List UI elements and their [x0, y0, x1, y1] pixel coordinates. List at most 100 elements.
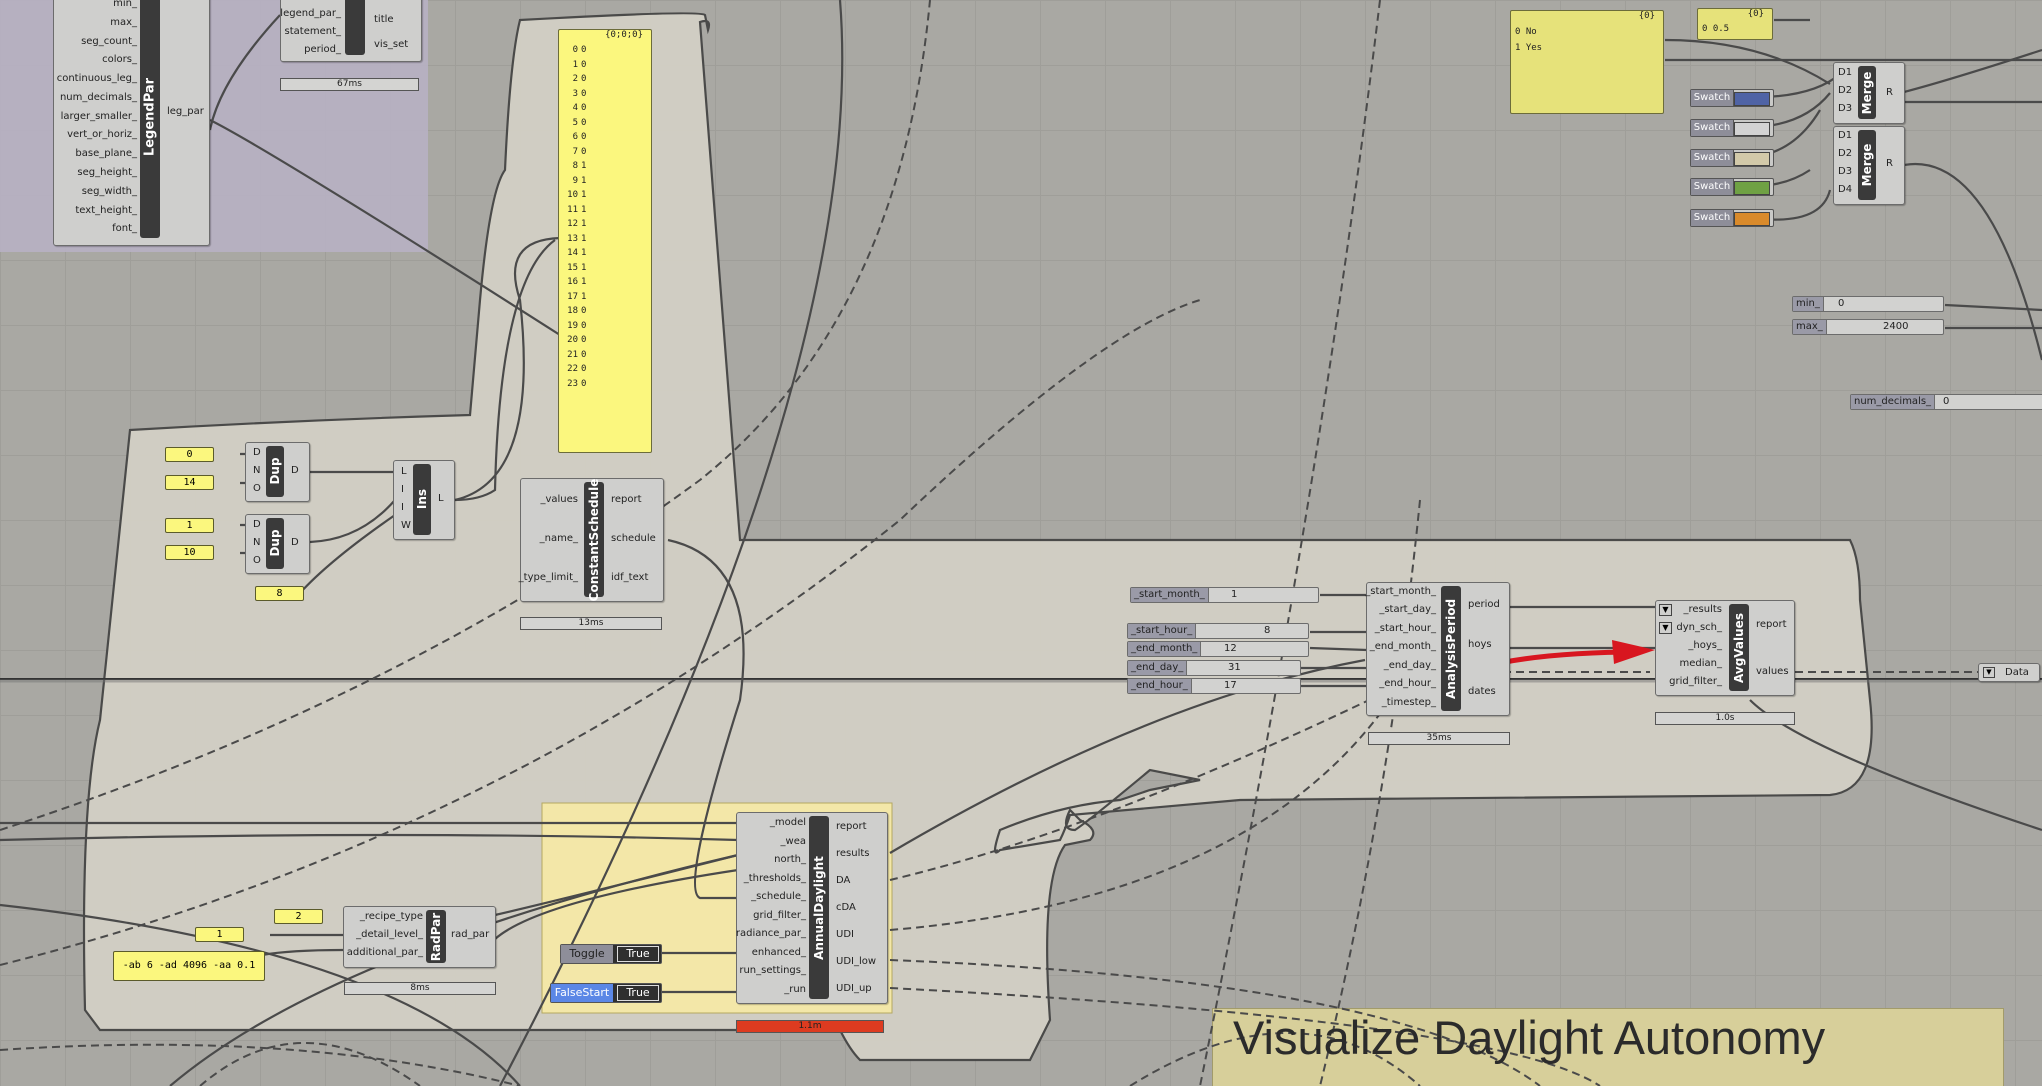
detail-level-number[interactable]: 1	[195, 927, 244, 942]
visset-output-0[interactable]: title	[374, 14, 394, 26]
ad-output-cda[interactable]: cDA	[836, 902, 856, 914]
cs-output-idf-text[interactable]: idf_text	[611, 572, 648, 584]
ap-input-timestep[interactable]: _timestep_	[1382, 697, 1436, 709]
slider-start-hour[interactable]: _start_hour_ 8	[1127, 623, 1309, 639]
ins-component[interactable]: Ins L I I W L	[393, 460, 455, 540]
legendpar-output[interactable]: leg_par	[167, 106, 204, 118]
radpar-output[interactable]: rad_par	[451, 929, 489, 941]
swatch-orange[interactable]: Swatch	[1690, 209, 1774, 227]
ap-input-start-month[interactable]: _start_month_	[1365, 586, 1436, 598]
ad-input-schedule[interactable]: _schedule_	[751, 891, 806, 903]
ad-output-udi-low[interactable]: UDI_low	[836, 956, 876, 968]
toggle-run-value[interactable]: True	[617, 985, 659, 1001]
radpar-component[interactable]: RadPar _recipe_type _detail_level_ addit…	[343, 906, 496, 968]
slider-num-decimals[interactable]: num_decimals_ 0	[1850, 394, 2042, 410]
annualdaylight-component[interactable]: AnnualDaylight _model _wea north_ _thres…	[736, 812, 888, 1004]
merge1-d3[interactable]: D3	[1838, 103, 1852, 115]
cs-input-type-limit[interactable]: _type_limit_	[519, 572, 578, 584]
visset-component[interactable]: legend_par_ statement_ period_ title vis…	[280, 0, 422, 62]
analysisperiod-component[interactable]: AnalysisPeriod _start_month_ _start_day_…	[1365, 582, 1510, 716]
swatch-color-blue[interactable]	[1734, 92, 1770, 106]
legendpar-input-10[interactable]: seg_width_	[82, 186, 137, 198]
legendpar-input-9[interactable]: seg_height_	[77, 167, 137, 179]
recipe-type-number[interactable]: 2	[274, 909, 323, 924]
legendpar-input-0[interactable]: min_	[113, 0, 137, 10]
ap-input-end-month[interactable]: _end_month_	[1370, 641, 1436, 653]
merge1-d1[interactable]: D1	[1838, 67, 1852, 79]
ins-input-l[interactable]: L	[401, 466, 407, 478]
visset-input-0[interactable]: legend_par_	[280, 8, 341, 20]
toggle-run[interactable]: FalseStart True	[550, 983, 662, 1003]
constantschedule-component[interactable]: ConstantSchedule _values _name_ _type_li…	[519, 478, 664, 602]
value-panel[interactable]: {0} 0 0.5	[1697, 8, 1773, 40]
ap-output-hoys[interactable]: hoys	[1468, 639, 1492, 651]
visset-input-2[interactable]: period_	[304, 44, 341, 56]
dup-component-1[interactable]: Dup D N O D	[245, 442, 310, 502]
ad-output-report[interactable]: report	[836, 821, 867, 833]
legendpar-input-7[interactable]: vert_or_horiz_	[67, 129, 137, 141]
grasshopper-canvas[interactable]: LegendPar min_ max_ seg_count_ colors_ c…	[0, 0, 2042, 1086]
slider-max[interactable]: max_ 2400	[1792, 319, 1944, 335]
ap-input-end-hour[interactable]: _end_hour_	[1379, 678, 1436, 690]
cs-input-name[interactable]: _name_	[540, 533, 578, 545]
ad-input-run[interactable]: _run	[784, 984, 806, 996]
number-8[interactable]: 8	[255, 586, 304, 601]
merge-component-1[interactable]: Merge D1 D2 D3 R	[1833, 62, 1905, 124]
ad-input-grid-filter[interactable]: grid_filter_	[753, 910, 806, 922]
swatch-blue[interactable]: Swatch	[1690, 89, 1774, 107]
number-1[interactable]: 1	[165, 518, 214, 533]
slider-end-hour[interactable]: _end_hour_ 17	[1127, 678, 1301, 694]
legendpar-input-6[interactable]: larger_smaller_	[61, 111, 137, 123]
schedule-panel[interactable]: {0;0;0} 0 0 1 0 2 0 3 0 4 0 5 0 6 0 7 0 8 1 9 1 10 1 11 1 12 1 13 1…	[558, 29, 652, 453]
merge2-d3[interactable]: D3	[1838, 166, 1852, 178]
dup-component-2[interactable]: Dup D N O D	[245, 514, 310, 574]
cs-output-schedule[interactable]: schedule	[611, 533, 656, 545]
legendpar-input-5[interactable]: num_decimals_	[60, 92, 137, 104]
av-output-report[interactable]: report	[1756, 619, 1787, 631]
ad-input-thresholds[interactable]: _thresholds_	[744, 873, 806, 885]
merge1-d2[interactable]: D2	[1838, 85, 1852, 97]
swatch-beige[interactable]: Swatch	[1690, 149, 1774, 167]
ad-output-udi[interactable]: UDI	[836, 929, 854, 941]
number-14[interactable]: 14	[165, 475, 214, 490]
ad-input-wea[interactable]: _wea	[781, 836, 806, 848]
swatch-green[interactable]: Swatch	[1690, 178, 1774, 196]
number-0[interactable]: 0	[165, 447, 214, 462]
yes-no-panel[interactable]: {0} 0 No 1 Yes	[1510, 10, 1664, 114]
slider-end-day[interactable]: _end_day_ 31	[1127, 660, 1301, 676]
dup1-input-d[interactable]: D	[253, 447, 261, 459]
ap-output-period[interactable]: period	[1468, 599, 1500, 611]
av-input-grid-filter[interactable]: grid_filter_	[1669, 676, 1722, 688]
dup2-input-n[interactable]: N	[253, 537, 260, 549]
data-parameter[interactable]: ▼ Data	[1978, 663, 2040, 682]
swatch-color-orange[interactable]	[1734, 212, 1770, 226]
merge-component-2[interactable]: Merge D1 D2 D3 D4 R	[1833, 126, 1905, 205]
legendpar-input-8[interactable]: base_plane_	[75, 148, 137, 160]
merge2-d2[interactable]: D2	[1838, 148, 1852, 160]
merge1-r[interactable]: R	[1886, 87, 1893, 99]
ins-input-i2[interactable]: I	[401, 502, 404, 514]
legendpar-input-11[interactable]: text_height_	[75, 205, 137, 217]
ad-input-run-settings[interactable]: run_settings_	[739, 965, 806, 977]
slider-start-month[interactable]: _start_month_ 1	[1130, 587, 1319, 603]
legendpar-input-12[interactable]: font_	[112, 223, 137, 235]
slider-min[interactable]: min_ 0	[1792, 296, 1944, 312]
legendpar-input-4[interactable]: continuous_leg_	[57, 73, 137, 85]
dup2-output-d[interactable]: D	[291, 537, 299, 549]
radpar-input-recipe[interactable]: _recipe_type	[360, 911, 423, 923]
av-output-values[interactable]: values	[1756, 666, 1789, 678]
radpar-input-additional[interactable]: additional_par_	[347, 947, 423, 959]
additional-par-panel[interactable]: -ab 6 -ad 4096 -aa 0.1	[113, 951, 265, 981]
av-input-dyn-sch[interactable]: dyn_sch_	[1676, 622, 1722, 634]
dup1-input-o[interactable]: O	[253, 483, 261, 495]
ap-input-end-day[interactable]: _end_day_	[1384, 660, 1436, 672]
ins-input-i[interactable]: I	[401, 484, 404, 496]
expand-icon[interactable]: ▼	[1659, 622, 1672, 634]
expand-icon[interactable]: ▼	[1659, 604, 1672, 616]
swatch-color-lightgray[interactable]	[1734, 122, 1770, 136]
dup2-input-d[interactable]: D	[253, 519, 261, 531]
swatch-lightgray[interactable]: Swatch	[1690, 119, 1774, 137]
legendpar-input-2[interactable]: seg_count_	[81, 36, 137, 48]
ins-output-l[interactable]: L	[438, 493, 444, 505]
merge2-d1[interactable]: D1	[1838, 130, 1852, 142]
